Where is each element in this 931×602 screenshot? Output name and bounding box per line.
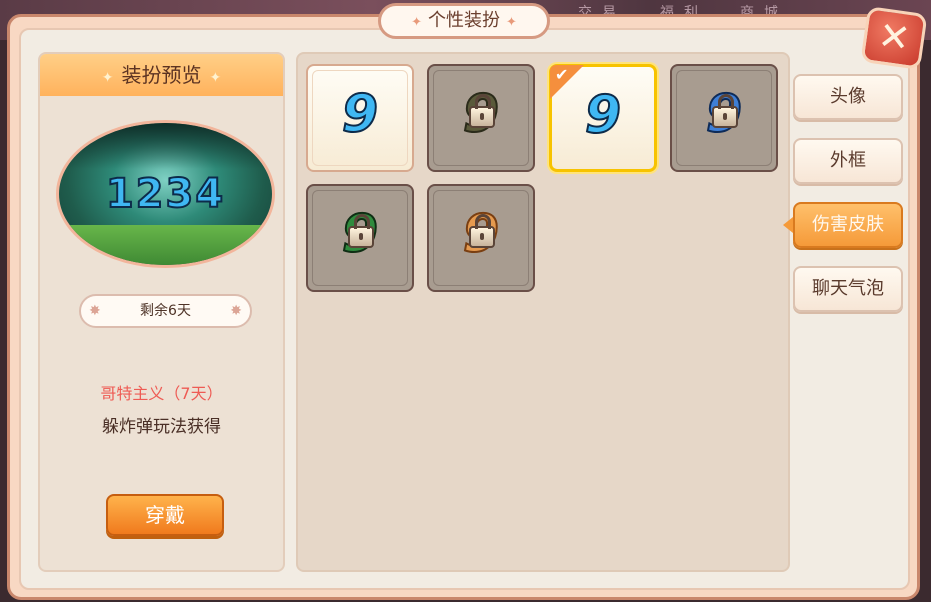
- skin-source: 躲炸弹玩法获得: [102, 417, 221, 437]
- dialog-title-pill: ✦ 个性装扮 ✦: [378, 3, 550, 39]
- lock-icon: [712, 94, 738, 128]
- close-button[interactable]: ✕: [860, 6, 928, 70]
- star-icon: ✸: [230, 303, 242, 319]
- sparkle-icon: ✦: [101, 70, 114, 86]
- remaining-time-badge: ✸ 剩余6天 ✸: [79, 294, 252, 328]
- star-icon: ✸: [89, 303, 101, 319]
- lock-icon: [348, 214, 374, 248]
- sparkle-icon: ✦: [506, 15, 517, 30]
- lock-icon: [469, 94, 495, 128]
- skin-slot[interactable]: 9: [306, 184, 414, 292]
- skin-slot[interactable]: 9: [670, 64, 778, 172]
- tab-chat-bubble[interactable]: 聊天气泡: [793, 266, 903, 312]
- forest-grass: [59, 225, 272, 265]
- skin-slot[interactable]: 9: [306, 64, 414, 172]
- lock-icon: [469, 214, 495, 248]
- skin-slot[interactable]: 9: [427, 64, 535, 172]
- preview-image: 1234: [56, 120, 275, 268]
- wear-button[interactable]: 穿戴: [106, 494, 224, 536]
- dialog-title: 个性装扮: [428, 10, 500, 31]
- preview-damage-number: 1234: [105, 170, 226, 218]
- remaining-time: 剩余6天: [140, 303, 191, 319]
- skin-preview-digit: 9: [341, 83, 379, 145]
- skin-name: 哥特主义（7天）: [100, 384, 223, 403]
- check-icon: ✔: [555, 65, 569, 84]
- close-icon: ✕: [875, 13, 913, 62]
- sparkle-icon: ✦: [209, 70, 222, 86]
- preview-title: 装扮预览: [121, 63, 202, 87]
- tab-damage-skin[interactable]: 伤害皮肤: [783, 202, 903, 248]
- preview-header: ✦ 装扮预览 ✦: [40, 54, 283, 96]
- skin-slot[interactable]: 9 ✔: [549, 64, 657, 172]
- preview-panel: ✦ 装扮预览 ✦ 1234 ✸ 剩余6天 ✸ 哥特主义（7天） 躲炸弹玩法获得 穿戴: [38, 52, 285, 572]
- forest-canopy: [59, 123, 272, 169]
- sparkle-icon: ✦: [411, 15, 422, 30]
- tab-frame[interactable]: 外框: [793, 138, 903, 184]
- tab-avatar[interactable]: 头像: [793, 74, 903, 120]
- skin-slot[interactable]: 9: [427, 184, 535, 292]
